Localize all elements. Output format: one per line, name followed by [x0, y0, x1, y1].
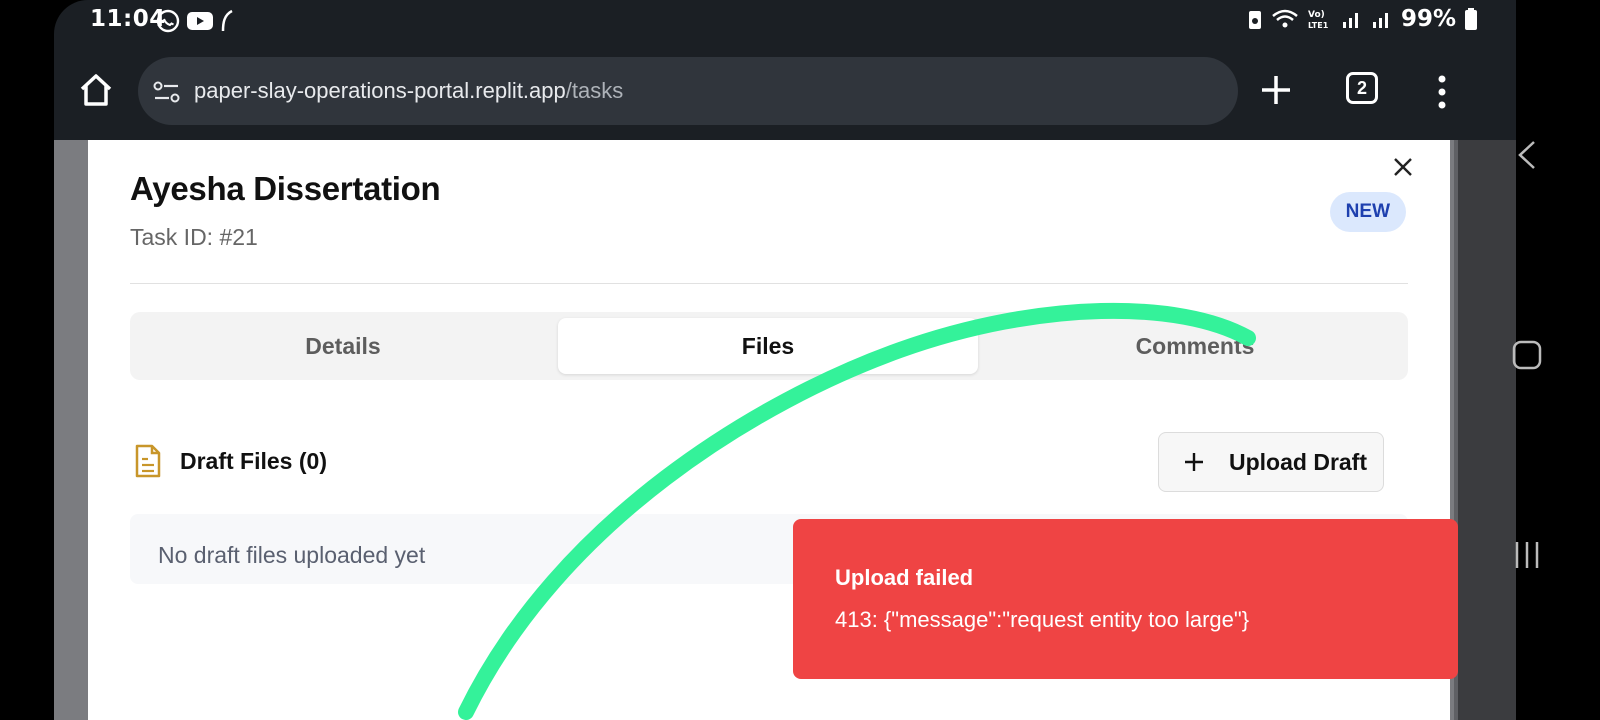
wifi-icon: [1272, 9, 1298, 28]
toast-message: 413: {"message":"request entity too larg…: [835, 607, 1250, 632]
browser-toolbar: paper-slay-operations-portal.replit.app/…: [54, 44, 1516, 140]
error-toast[interactable]: Upload failed 413: {"message":"request e…: [793, 519, 1458, 679]
site-settings-icon[interactable]: [152, 79, 182, 105]
home-icon[interactable]: [76, 70, 116, 110]
back-icon[interactable]: [1512, 138, 1542, 172]
status-bar: 11:04 Vo) LTE1 99%: [54, 0, 1516, 44]
upload-draft-button[interactable]: Upload Draft: [1158, 432, 1384, 492]
svg-text:LTE1: LTE1: [1308, 21, 1329, 30]
document-icon: [135, 444, 161, 478]
url-domain: paper-slay-operations-portal.replit.app: [194, 78, 566, 103]
tab-details[interactable]: Details: [130, 312, 556, 380]
close-icon[interactable]: [1390, 154, 1416, 180]
whatsapp-icon: [156, 9, 180, 33]
youtube-icon: [187, 12, 213, 30]
svg-text:Vo): Vo): [1308, 10, 1325, 20]
tab-switcher-button[interactable]: 2: [1346, 72, 1378, 104]
draft-files-heading: Draft Files (0): [180, 448, 327, 474]
battery-saver-icon: [1248, 11, 1261, 29]
status-badge: NEW: [1329, 192, 1406, 232]
url-path: /tasks: [565, 78, 624, 103]
status-time: 11:04: [90, 6, 166, 32]
empty-state-text: No draft files uploaded yet: [158, 542, 426, 568]
battery-icon: [1465, 8, 1477, 30]
home-nav-icon[interactable]: [1510, 338, 1544, 372]
battery-level: 99%: [1400, 6, 1456, 32]
plus-icon: [1185, 453, 1203, 471]
volte-icon: Vo)LTE1: [1308, 10, 1329, 30]
divider: [130, 283, 1408, 284]
tab-comments[interactable]: Comments: [982, 312, 1408, 380]
notification-icons: [156, 9, 234, 33]
tab-bar: Details Files Comments: [130, 312, 1408, 380]
more-menu-icon[interactable]: [1432, 72, 1452, 112]
tab-files[interactable]: Files: [558, 318, 978, 374]
signal-icon: [1372, 13, 1388, 28]
signal-icon: [1342, 13, 1358, 28]
new-tab-icon[interactable]: [1256, 70, 1296, 110]
task-id: Task ID: #21: [130, 224, 258, 250]
recent-apps-icon[interactable]: [1510, 538, 1544, 572]
address-bar[interactable]: paper-slay-operations-portal.replit.app/…: [138, 57, 1238, 125]
toast-title: Upload failed: [835, 565, 974, 590]
page-scroll-gutter: [1458, 140, 1516, 720]
modal-title: Ayesha Dissertation: [130, 170, 441, 207]
upload-draft-label: Upload Draft: [1229, 449, 1367, 475]
feather-icon: [221, 9, 233, 32]
system-icons: Vo) LTE1 99%: [1247, 6, 1478, 32]
url-text: paper-slay-operations-portal.replit.app/…: [194, 78, 623, 104]
